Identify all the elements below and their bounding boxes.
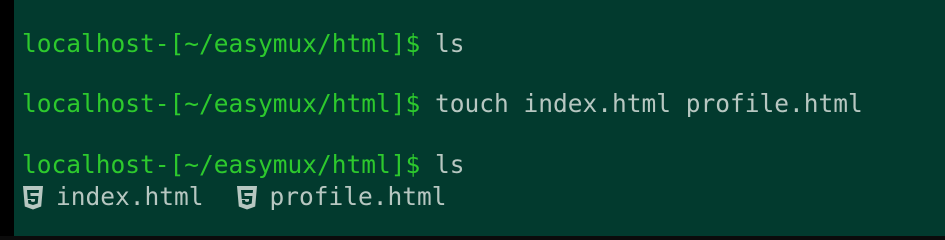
- shell-prompt: localhost-[~/easymux/html]$: [22, 150, 436, 179]
- command-text: touch index.html profile.html: [435, 89, 863, 118]
- html5-icon: [23, 186, 43, 210]
- file-entry[interactable]: profile.html: [236, 182, 447, 212]
- file-entry[interactable]: index.html: [22, 182, 204, 212]
- file-name: index.html: [56, 182, 204, 211]
- terminal-line: localhost-[~/easymux/html]$ ls: [22, 150, 465, 180]
- ls-output-line: index.html profile.html: [22, 182, 447, 212]
- terminal-window: localhost-[~/easymux/html]$ ls localhost…: [0, 0, 945, 236]
- command-text: ls: [435, 29, 465, 58]
- window-left-edge: [0, 0, 14, 236]
- file-name: profile.html: [269, 182, 447, 211]
- terminal-line: localhost-[~/easymux/html]$ touch index.…: [22, 89, 863, 119]
- html5-icon: [236, 186, 257, 210]
- command-text: ls: [435, 150, 465, 179]
- shell-prompt: localhost-[~/easymux/html]$: [22, 29, 436, 58]
- terminal-line: localhost-[~/easymux/html]$ ls: [22, 29, 465, 59]
- shell-prompt: localhost-[~/easymux/html]$: [22, 89, 436, 118]
- terminal-area[interactable]: localhost-[~/easymux/html]$ ls localhost…: [14, 0, 945, 236]
